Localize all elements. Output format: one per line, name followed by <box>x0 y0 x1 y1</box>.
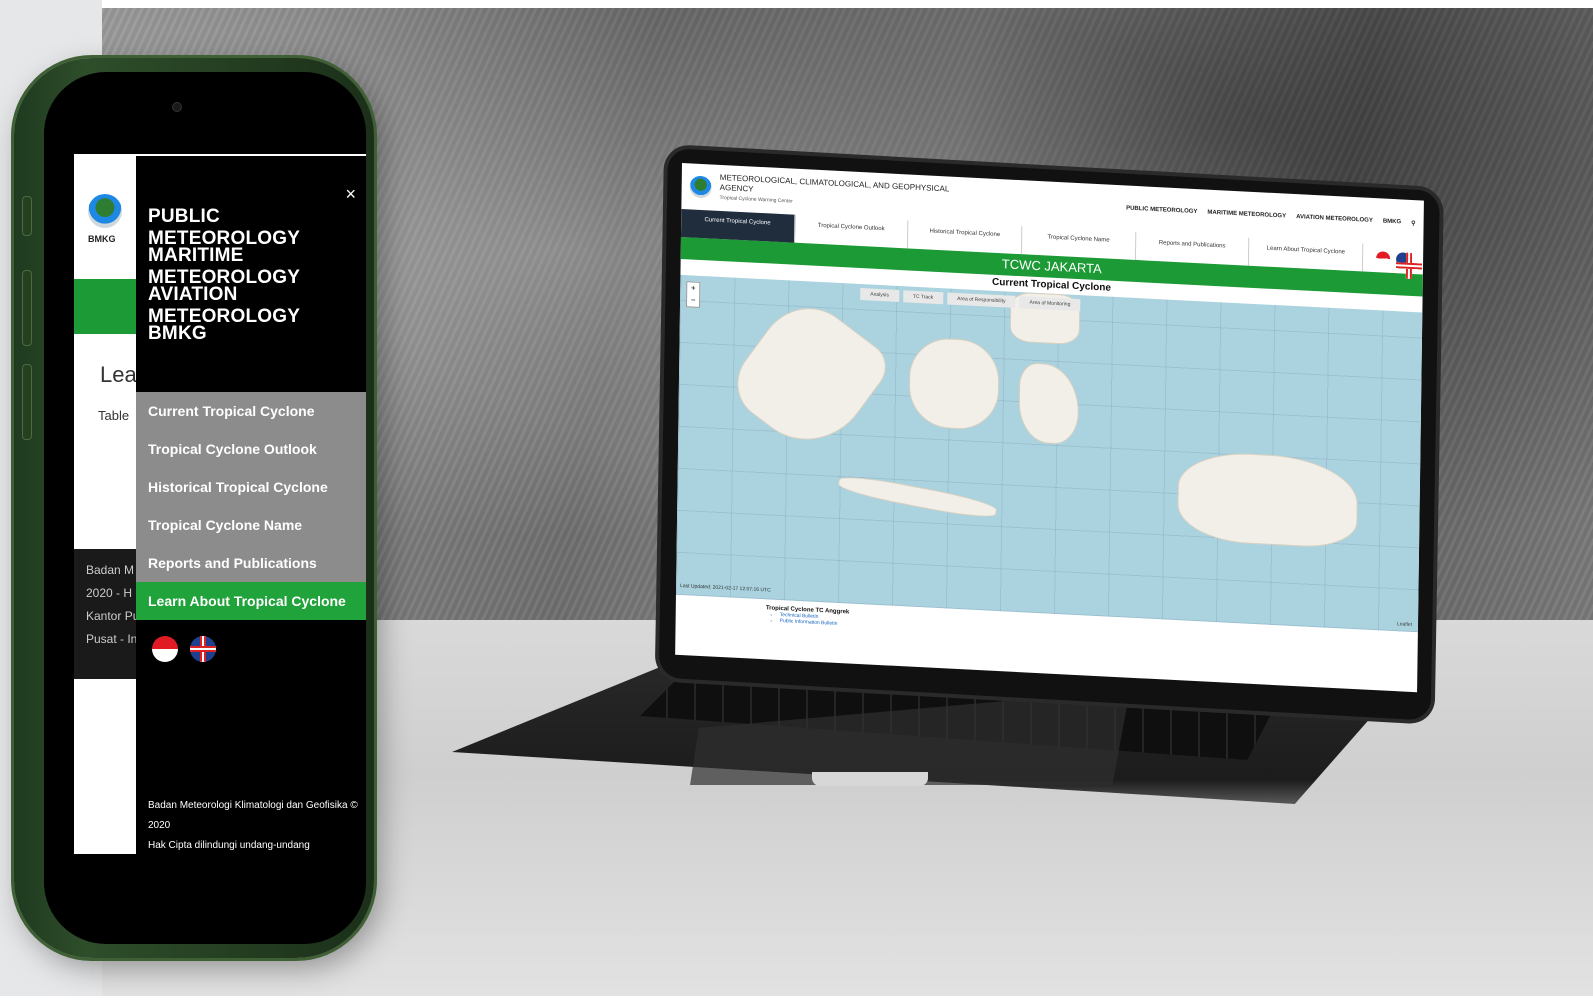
phone-bmkg-logo[interactable] <box>88 194 122 228</box>
phone-screen: BMKG Lear Table Badan M 2020 - H Kantor … <box>44 72 366 944</box>
flag-uk-icon[interactable] <box>1396 252 1411 267</box>
bmkg-logo[interactable] <box>689 175 712 199</box>
top-nav: PUBLIC METEOROLOGY MARITIME METEOROLOGY … <box>1126 205 1416 227</box>
menu-aviation-meteorology[interactable]: AVIATION METEOROLOGY <box>148 284 366 327</box>
bottom-strip <box>0 996 1593 1008</box>
map-land-sulawesi <box>1018 362 1080 446</box>
map-tab-analysis[interactable]: Analysis <box>860 288 899 302</box>
laptop-screen: METEOROLOGICAL, CLIMATOLOGICAL, AND GEOP… <box>675 163 1424 693</box>
menu-maritime-meteorology[interactable]: MARITIME METEOROLOGY <box>148 245 366 288</box>
map-land-borneo <box>908 336 1000 432</box>
tab-reports[interactable]: Reports and Publications <box>1135 231 1250 266</box>
phone-mute-switch <box>22 196 32 236</box>
tab-tc-outlook[interactable]: Tropical Cyclone Outlook <box>794 214 909 249</box>
zoom-control: + − <box>685 281 701 308</box>
agency-title: METEOROLOGICAL, CLIMATOLOGICAL, AND GEOP… <box>719 173 959 215</box>
drawer-copyright: Badan Meteorologi Klimatologi dan Geofis… <box>148 796 366 856</box>
zoom-in-button[interactable]: + <box>687 282 699 295</box>
map-land-java <box>836 471 999 522</box>
flag-indonesia-icon[interactable] <box>1376 251 1391 266</box>
search-icon[interactable]: ⚲ <box>1411 219 1416 226</box>
phone-volume-up <box>22 270 32 346</box>
menu-public-meteorology[interactable]: PUBLIC METEOROLOGY <box>148 206 366 249</box>
phone-camera-icon <box>172 102 182 112</box>
topnav-aviation[interactable]: AVIATION METEOROLOGY <box>1296 214 1373 225</box>
map-land-sumatra <box>722 288 896 465</box>
copyright-line: Badan Meteorologi Klimatologi dan Geofis… <box>148 800 358 831</box>
map-credit[interactable]: Leaflet <box>1397 621 1412 628</box>
drawer-language-flags <box>152 636 216 662</box>
close-icon[interactable]: × <box>345 184 356 205</box>
laptop-front-notch <box>812 772 928 786</box>
topnav-bmkg[interactable]: BMKG <box>1383 218 1401 226</box>
tab-current-tc[interactable]: Current Tropical Cyclone <box>680 208 796 243</box>
tab-historical-tc[interactable]: Historical Tropical Cyclone <box>908 220 1023 255</box>
phone-volume-down <box>22 364 32 440</box>
drawer-main-menu: PUBLIC METEOROLOGY MARITIME METEOROLOGY … <box>148 206 366 362</box>
tab-learn-tc[interactable]: Learn About Tropical Cyclone <box>1249 237 1364 272</box>
flag-uk-icon[interactable] <box>190 636 216 662</box>
submenu-historical-tc[interactable]: Historical Tropical Cyclone <box>136 468 366 506</box>
last-updated: Last Updated: 2021-02-17 12:07:16 UTC <box>680 582 771 594</box>
cyclone-map[interactable]: Analysis TC Track Area of Responsibility… <box>675 274 1423 633</box>
map-tab-track[interactable]: TC Track <box>902 290 944 305</box>
map-land-papua <box>1177 450 1359 550</box>
zoom-out-button[interactable]: − <box>687 294 699 307</box>
topnav-public[interactable]: PUBLIC METEOROLOGY <box>1126 205 1197 216</box>
copyright-line: Hak Cipta dilindungi undang-undang <box>148 840 310 851</box>
submenu-tc-name[interactable]: Tropical Cyclone Name <box>136 506 366 544</box>
flag-indonesia-icon[interactable] <box>152 636 178 662</box>
map-tab-responsibility[interactable]: Area of Responsibility <box>947 292 1016 308</box>
submenu-current-tc[interactable]: Current Tropical Cyclone <box>136 392 366 430</box>
phone-body: BMKG Lear Table Badan M 2020 - H Kantor … <box>14 58 374 958</box>
submenu-reports[interactable]: Reports and Publications <box>136 544 366 582</box>
topnav-maritime[interactable]: MARITIME METEOROLOGY <box>1207 209 1286 220</box>
submenu-learn-tc[interactable]: Learn About Tropical Cyclone <box>136 582 366 620</box>
menu-bmkg[interactable]: BMKG <box>148 323 366 362</box>
drawer-sub-menu: Current Tropical Cyclone Tropical Cyclon… <box>136 392 366 620</box>
submenu-tc-outlook[interactable]: Tropical Cyclone Outlook <box>136 430 366 468</box>
language-flags <box>1363 244 1423 275</box>
nav-drawer: × PUBLIC METEOROLOGY MARITIME METEOROLOG… <box>136 156 366 854</box>
